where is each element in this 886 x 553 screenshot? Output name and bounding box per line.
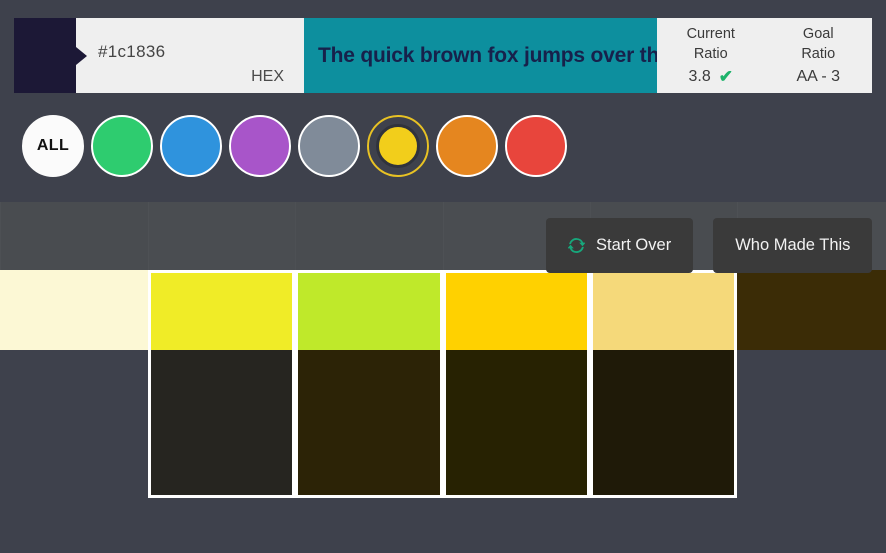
color-circle-orange[interactable] <box>436 115 498 177</box>
chip-arrow-icon <box>76 46 87 65</box>
swatch-cell[interactable] <box>590 270 737 350</box>
color-family-red[interactable] <box>505 115 567 177</box>
color-preview-bar: #1c1836 HEX The quick brown fox jumps ov… <box>14 18 872 93</box>
goal-ratio-label-2: Ratio <box>801 46 836 62</box>
grid-panel-segment <box>295 202 443 272</box>
contrast-ratio-panel: Current Ratio 3.8 ✔ Goal Ratio AA - 3 <box>657 18 872 93</box>
app-root: #1c1836 HEX The quick brown fox jumps ov… <box>0 0 886 553</box>
color-family-yellow[interactable] <box>367 115 429 177</box>
color-family-orange[interactable] <box>436 115 498 177</box>
swatch-cell[interactable] <box>737 270 886 350</box>
current-ratio-label-2: Ratio <box>693 46 728 62</box>
start-over-label: Start Over <box>596 236 672 254</box>
swatch-cell[interactable] <box>148 270 295 350</box>
goal-ratio-value[interactable]: AA - 3 <box>796 68 840 86</box>
color-family-purple[interactable] <box>229 115 291 177</box>
current-ratio-label-1: Current <box>686 26 735 43</box>
start-over-button[interactable]: Start Over <box>546 218 694 273</box>
selected-color-chip[interactable] <box>14 18 87 93</box>
hex-value: #1c1836 <box>98 41 166 61</box>
swatch-cell[interactable] <box>590 350 737 498</box>
who-made-this-button[interactable]: Who Made This <box>713 218 873 273</box>
color-circle-label: ALL <box>36 137 70 154</box>
swatch-cell[interactable] <box>0 270 148 350</box>
hex-value-box[interactable]: #1c1836 HEX <box>76 18 304 93</box>
goal-ratio-column[interactable]: Goal Ratio AA - 3 <box>765 18 873 93</box>
color-family-gray[interactable] <box>298 115 360 177</box>
swatch-cell[interactable] <box>295 350 443 498</box>
color-family-blue[interactable] <box>160 115 222 177</box>
current-ratio-column: Current Ratio 3.8 ✔ <box>657 18 765 93</box>
hex-format-label[interactable]: HEX <box>251 68 284 86</box>
check-icon: ✔ <box>718 67 733 87</box>
color-family-all[interactable]: ALL <box>22 115 84 177</box>
who-made-this-label: Who Made This <box>735 236 851 254</box>
color-circle-yellow[interactable] <box>376 124 420 168</box>
current-ratio-value-row: 3.8 ✔ <box>689 68 734 86</box>
color-family-selector: ALL <box>22 115 567 177</box>
action-button-group: Start Over Who Made This <box>546 218 873 273</box>
color-circle-blue[interactable] <box>160 115 222 177</box>
goal-ratio-label-1: Goal <box>802 26 834 43</box>
color-circle-red[interactable] <box>505 115 567 177</box>
grid-panel-segment <box>148 202 295 272</box>
swatch-cell[interactable] <box>443 350 590 498</box>
grid-panel-segment <box>0 202 148 272</box>
swatch-cell[interactable] <box>443 270 590 350</box>
color-circle-purple[interactable] <box>229 115 291 177</box>
color-family-green[interactable] <box>91 115 153 177</box>
color-circle-green[interactable] <box>91 115 153 177</box>
swatch-cell[interactable] <box>295 270 443 350</box>
swatch-cell[interactable] <box>148 350 295 498</box>
current-ratio-value: 3.8 <box>688 67 711 85</box>
color-circle-all[interactable]: ALL <box>22 115 84 177</box>
refresh-icon <box>568 238 585 253</box>
color-circle-gray[interactable] <box>298 115 360 177</box>
